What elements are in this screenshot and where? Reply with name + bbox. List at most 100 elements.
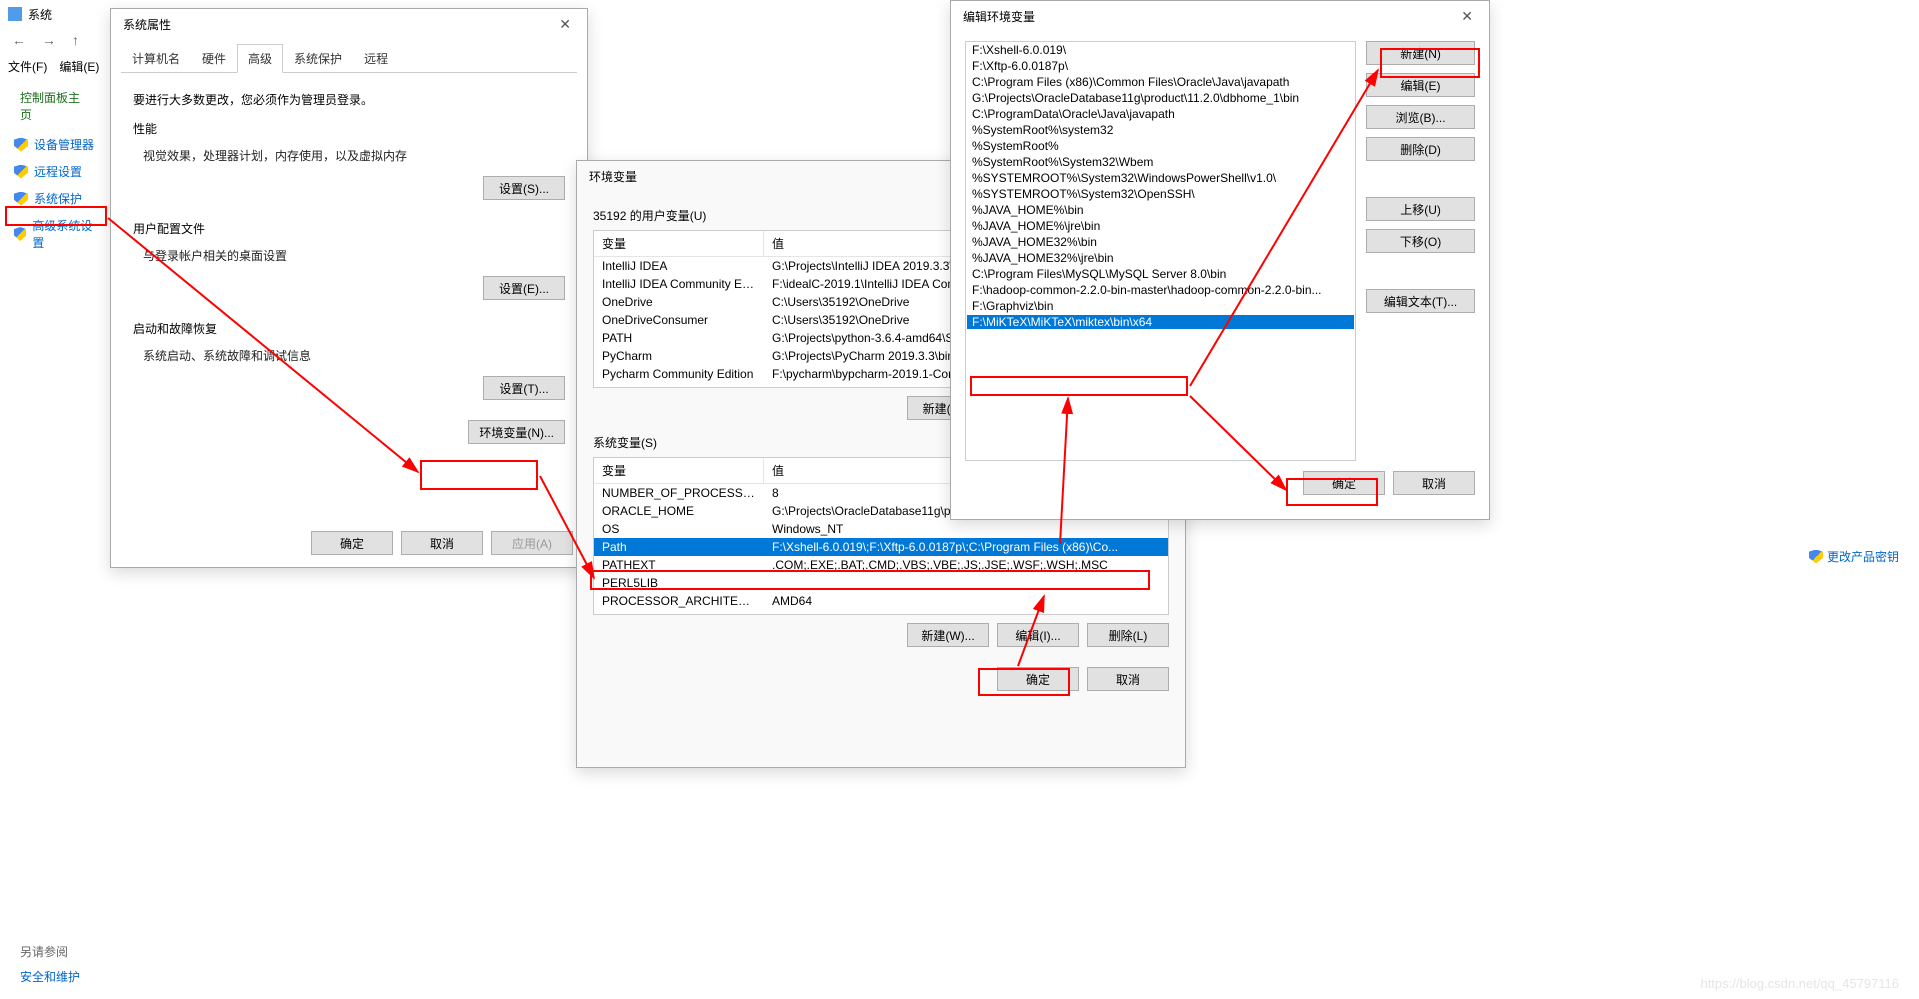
groupbox-desc: 系统启动、系统故障和调试信息 [133,343,565,372]
tab-0[interactable]: 计算机名 [121,44,191,73]
link-remote-settings[interactable]: 远程设置 [0,158,110,185]
list-item[interactable]: G:\Projects\OracleDatabase11g\product\11… [966,90,1355,106]
envvars-title: 环境变量 [589,168,637,185]
sys-new-button[interactable]: 新建(W)... [907,623,989,647]
menu-edit[interactable]: 编辑(E) [59,58,99,75]
move-up-button[interactable]: 上移(U) [1366,197,1475,221]
cell-value: .COM;.EXE;.BAT;.CMD;.VBS;.VBE;.JS;.JSE;.… [764,556,1168,574]
link-device-manager[interactable]: 设备管理器 [0,131,110,158]
apply-button[interactable]: 应用(A) [491,531,573,555]
table-row[interactable]: OSWindows_NT [594,520,1168,538]
groupbox-title: 性能 [133,120,565,137]
sysprops-title: 系统属性 [123,16,171,33]
close-icon[interactable]: ✕ [1453,6,1481,27]
tab-1[interactable]: 硬件 [191,44,237,73]
list-item[interactable]: %SYSTEMROOT%\System32\WindowsPowerShell\… [966,170,1355,186]
table-row[interactable]: PATHEXT.COM;.EXE;.BAT;.CMD;.VBS;.VBE;.JS… [594,556,1168,574]
cell-variable: OS [594,520,764,538]
move-down-button[interactable]: 下移(O) [1366,229,1475,253]
link-label: 系统保护 [34,190,82,207]
ok-button[interactable]: 确定 [1303,471,1385,495]
cancel-button[interactable]: 取消 [1087,667,1169,691]
col-variable: 变量 [594,458,764,483]
settings-button[interactable]: 设置(S)... [483,176,565,200]
path-entries-listbox[interactable]: F:\Xshell-6.0.019\F:\Xftp-6.0.0187p\C:\P… [965,41,1356,461]
system-properties-dialog: 系统属性 ✕ 计算机名硬件高级系统保护远程 要进行大多数更改，您必须作为管理员登… [110,8,588,568]
editenv-side-buttons: 新建(N) 编辑(E) 浏览(B)... 删除(D) 上移(U) 下移(O) 编… [1366,41,1475,461]
shield-icon [14,192,28,206]
cell-variable: NUMBER_OF_PROCESSORS [594,484,764,502]
nav-up-icon[interactable]: ↑ [72,32,79,48]
table-row[interactable]: PROCESSOR_ARCHITECTUREAMD64 [594,592,1168,610]
list-item[interactable]: %SYSTEMROOT%\System32\OpenSSH\ [966,186,1355,202]
cell-variable: PATHEXT [594,556,764,574]
link-system-protection[interactable]: 系统保护 [0,185,110,212]
close-icon[interactable]: ✕ [551,14,579,35]
list-item[interactable]: %SystemRoot%\System32\Wbem [966,154,1355,170]
cell-variable: PATH [594,329,764,347]
sysprops-footer: 确定 取消 应用(A) [311,531,573,555]
list-item[interactable]: C:\Program Files (x86)\Common Files\Orac… [966,74,1355,90]
sysprops-tabs: 计算机名硬件高级系统保护远程 [121,43,577,73]
list-item[interactable]: %SystemRoot% [966,138,1355,154]
groupbox-desc: 视觉效果，处理器计划，内存使用，以及虚拟内存 [133,143,565,172]
list-item[interactable]: F:\Xftp-6.0.0187p\ [966,58,1355,74]
list-item[interactable]: %JAVA_HOME%\bin [966,202,1355,218]
groupbox-1: 用户配置文件与登录帐户相关的桌面设置设置(E)... [133,220,565,300]
list-item[interactable]: %JAVA_HOME32%\jre\bin [966,250,1355,266]
system-icon [8,7,22,21]
tab-4[interactable]: 远程 [353,44,399,73]
new-button[interactable]: 新建(N) [1366,41,1475,65]
table-row[interactable]: PathF:\Xshell-6.0.019\;F:\Xftp-6.0.0187p… [594,538,1168,556]
cell-variable: PyCharm [594,347,764,365]
list-item[interactable]: F:\MiKTeX\MiKTeX\miktex\bin\x64 [966,314,1355,330]
cell-value: F:\Xshell-6.0.019\;F:\Xftp-6.0.0187p\;C:… [764,538,1168,556]
link-label: 高级系统设置 [32,217,96,251]
list-item[interactable]: C:\Program Files\MySQL\MySQL Server 8.0\… [966,266,1355,282]
sys-edit-button[interactable]: 编辑(I)... [997,623,1079,647]
tab-2[interactable]: 高级 [237,44,283,73]
table-row[interactable]: PERL5LIB [594,574,1168,592]
groupbox-2: 启动和故障恢复系统启动、系统故障和调试信息设置(T)... [133,320,565,400]
sys-delete-button[interactable]: 删除(L) [1087,623,1169,647]
ok-button[interactable]: 确定 [311,531,393,555]
menu-file[interactable]: 文件(F) [8,58,47,75]
list-item[interactable]: F:\hadoop-common-2.2.0-bin-master\hadoop… [966,282,1355,298]
list-item[interactable]: C:\ProgramData\Oracle\Java\javapath [966,106,1355,122]
browse-button[interactable]: 浏览(B)... [1366,105,1475,129]
shield-icon [14,227,26,241]
shield-icon [14,138,28,152]
cancel-button[interactable]: 取消 [1393,471,1475,495]
sysprops-body: 要进行大多数更改，您必须作为管理员登录。 性能视觉效果，处理器计划，内存使用，以… [111,73,587,456]
edit-button[interactable]: 编辑(E) [1366,73,1475,97]
delete-button[interactable]: 删除(D) [1366,137,1475,161]
cell-value [764,574,1168,592]
cell-value: AMD64 [764,592,1168,610]
cell-value: Windows_NT [764,520,1168,538]
cancel-button[interactable]: 取消 [401,531,483,555]
change-product-key-link[interactable]: 更改产品密钥 [1809,548,1899,565]
tab-3[interactable]: 系统保护 [283,44,353,73]
list-item[interactable]: %JAVA_HOME32%\bin [966,234,1355,250]
nav-fwd-icon[interactable]: → [42,32,56,48]
list-item[interactable]: F:\Xshell-6.0.019\ [966,42,1355,58]
list-item[interactable]: %SystemRoot%\system32 [966,122,1355,138]
nav-back-icon[interactable]: ← [12,32,26,48]
settings-button[interactable]: 设置(E)... [483,276,565,300]
edit-text-button[interactable]: 编辑文本(T)... [1366,289,1475,313]
settings-button[interactable]: 设置(T)... [483,376,565,400]
list-item[interactable]: %JAVA_HOME%\jre\bin [966,218,1355,234]
editenv-title: 编辑环境变量 [963,8,1035,25]
list-item[interactable]: F:\Graphviz\bin [966,298,1355,314]
env-vars-button[interactable]: 环境变量(N)... [468,420,565,444]
see-also: 另请参阅 安全和维护 [0,939,1919,989]
ok-button[interactable]: 确定 [997,667,1079,691]
cell-variable: IntelliJ IDEA Community Ed... [594,275,764,293]
link-security-maintenance[interactable]: 安全和维护 [0,964,1919,989]
col-variable: 变量 [594,231,764,256]
watermark: https://blog.csdn.net/qq_45797116 [1700,976,1899,991]
admin-notice: 要进行大多数更改，您必须作为管理员登录。 [133,91,565,108]
menubar: 文件(F) 编辑(E) [0,52,110,81]
cp-home-heading: 控制面板主页 [0,81,110,131]
link-advanced-system-settings[interactable]: 高级系统设置 [0,212,110,256]
